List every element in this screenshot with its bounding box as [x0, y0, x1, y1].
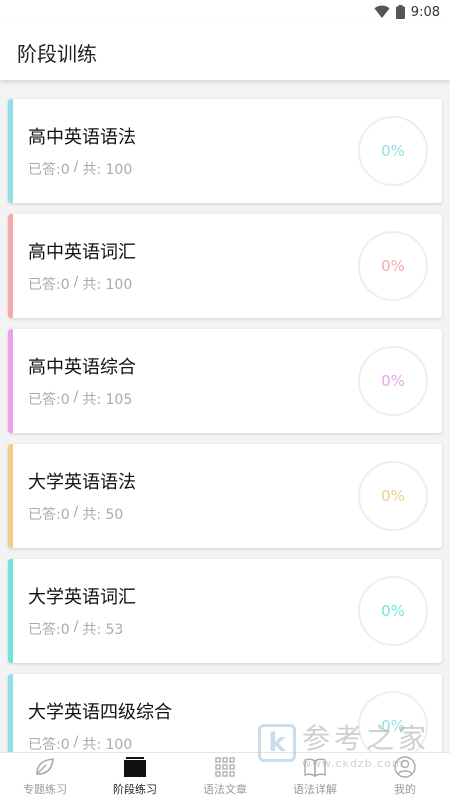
card-separator: / [73, 619, 79, 635]
battery-icon [395, 5, 405, 19]
progress-value: 0% [381, 602, 405, 620]
book-icon [303, 756, 327, 778]
wifi-icon [374, 5, 390, 18]
user-icon [393, 756, 417, 778]
card-total: 共: 100 [82, 277, 133, 293]
nav-item-mine[interactable]: 我的 [360, 753, 450, 800]
card-separator: / [73, 504, 79, 520]
card-title: 大学英语语法 [28, 472, 136, 493]
card-title: 高中英语综合 [28, 357, 136, 378]
practice-card[interactable]: 高中英语语法 已答:0 / 共: 100 0% [8, 99, 442, 203]
card-separator: / [73, 274, 79, 290]
card-separator: / [73, 734, 79, 750]
card-color-stripe [8, 214, 13, 318]
card-total: 共: 50 [82, 507, 124, 523]
nav-label: 阶段练习 [113, 783, 157, 796]
card-title: 大学英语四级综合 [28, 702, 172, 723]
card-color-stripe [8, 674, 13, 752]
bottom-nav: 专题练习 阶段练习 语法文章 语法详解 我的 [0, 752, 450, 800]
card-title: 高中英语词汇 [28, 242, 136, 263]
card-separator: / [73, 159, 79, 175]
card-answered: 已答:0 [28, 162, 70, 178]
progress-ring: 0% [358, 231, 428, 301]
card-answered: 已答:0 [28, 622, 70, 638]
progress-value: 0% [381, 717, 405, 735]
nav-label: 专题练习 [23, 783, 67, 796]
progress-value: 0% [381, 487, 405, 505]
progress-ring: 0% [358, 346, 428, 416]
card-total: 共: 100 [82, 162, 133, 178]
card-meta: 已答:0 / 共: 100 [28, 159, 132, 179]
nav-item-grammar-details[interactable]: 语法详解 [270, 753, 360, 800]
card-meta: 已答:0 / 共: 100 [28, 274, 132, 294]
card-meta: 已答:0 / 共: 53 [28, 619, 123, 639]
nav-label: 语法详解 [293, 783, 337, 796]
card-answered: 已答:0 [28, 737, 70, 752]
card-total: 共: 53 [82, 622, 124, 638]
card-answered: 已答:0 [28, 507, 70, 523]
layers-icon [123, 756, 147, 778]
card-meta: 已答:0 / 共: 100 [28, 734, 132, 752]
practice-list[interactable]: 高中英语语法 已答:0 / 共: 100 0% 高中英语词汇 已答:0 / 共:… [0, 80, 450, 752]
progress-ring: 0% [358, 576, 428, 646]
nav-item-grammar-articles[interactable]: 语法文章 [180, 753, 270, 800]
practice-card[interactable]: 大学英语四级综合 已答:0 / 共: 100 0% [8, 674, 442, 752]
card-answered: 已答:0 [28, 392, 70, 408]
page-title: 阶段训练 [17, 41, 97, 66]
card-total: 共: 105 [82, 392, 133, 408]
progress-ring: 0% [358, 691, 428, 752]
nav-item-topic-practice[interactable]: 专题练习 [0, 753, 90, 800]
nav-label: 语法文章 [203, 783, 247, 796]
practice-card[interactable]: 高中英语词汇 已答:0 / 共: 100 0% [8, 214, 442, 318]
card-title: 高中英语语法 [28, 127, 136, 148]
card-color-stripe [8, 99, 13, 203]
progress-value: 0% [381, 257, 405, 275]
card-color-stripe [8, 444, 13, 548]
card-meta: 已答:0 / 共: 50 [28, 504, 123, 524]
card-separator: / [73, 389, 79, 405]
progress-value: 0% [381, 142, 405, 160]
practice-card[interactable]: 大学英语语法 已答:0 / 共: 50 0% [8, 444, 442, 548]
progress-ring: 0% [358, 461, 428, 531]
progress-ring: 0% [358, 116, 428, 186]
app-bar: 阶段训练 [0, 24, 450, 80]
card-color-stripe [8, 559, 13, 663]
practice-card[interactable]: 大学英语词汇 已答:0 / 共: 53 0% [8, 559, 442, 663]
status-bar: 9:08 [0, 0, 450, 24]
practice-card[interactable]: 高中英语综合 已答:0 / 共: 105 0% [8, 329, 442, 433]
card-title: 大学英语词汇 [28, 587, 136, 608]
leaf-icon [33, 756, 57, 778]
nav-item-stage-practice[interactable]: 阶段练习 [90, 753, 180, 800]
card-answered: 已答:0 [28, 277, 70, 293]
status-time: 9:08 [410, 4, 440, 20]
card-total: 共: 100 [82, 737, 133, 752]
progress-value: 0% [381, 372, 405, 390]
nav-label: 我的 [394, 783, 416, 796]
card-meta: 已答:0 / 共: 105 [28, 389, 132, 409]
card-color-stripe [8, 329, 13, 433]
grid-icon [213, 756, 237, 778]
